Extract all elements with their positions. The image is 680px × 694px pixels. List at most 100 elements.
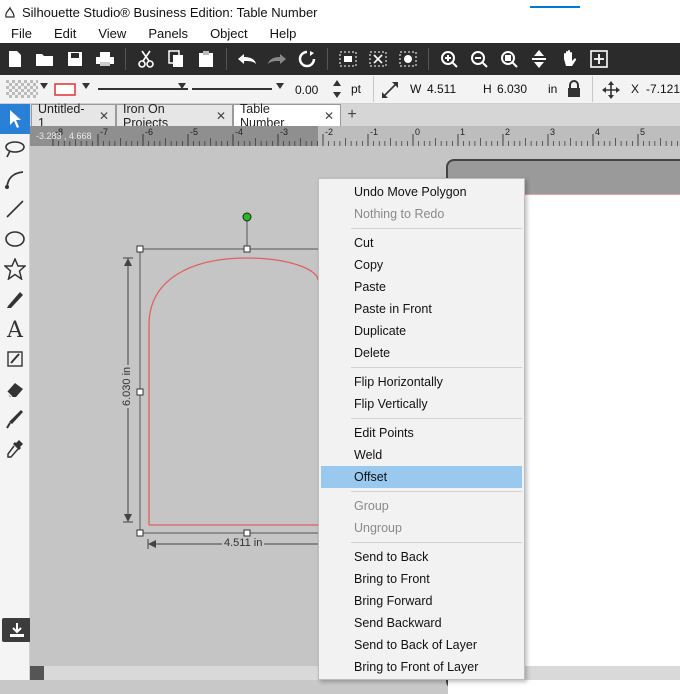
tab-iron-on-projects[interactable]: Iron On Projects ✕ [116, 102, 233, 130]
move-arrows-icon [601, 80, 621, 100]
resize-handle[interactable] [136, 529, 144, 537]
menu-item-duplicate[interactable]: Duplicate [321, 320, 522, 342]
ruler-ticks: -8 -7 -6 -5 -4 -3 -2 -1 0 1 2 3 4 5 [52, 126, 680, 146]
cut-icon[interactable] [131, 45, 161, 73]
menu-item-paste[interactable]: Paste [321, 276, 522, 298]
menu-item-copy[interactable]: Copy [321, 254, 522, 276]
library-download-icon[interactable] [2, 618, 32, 642]
zoom-selection-icon[interactable] [494, 45, 524, 73]
menu-item-edit-points[interactable]: Edit Points [321, 422, 522, 444]
width-field[interactable]: 4.511 [424, 79, 476, 99]
menu-item-delete[interactable]: Delete [321, 342, 522, 364]
menu-separator [351, 542, 522, 543]
bezier-tool-icon[interactable] [2, 166, 28, 192]
paste-icon[interactable] [191, 45, 221, 73]
menu-view[interactable]: View [87, 26, 137, 41]
menu-item-paste-in-front[interactable]: Paste in Front [321, 298, 522, 320]
fit-page-icon[interactable] [524, 45, 554, 73]
undo-icon[interactable] [232, 45, 262, 73]
chevron-down-icon[interactable] [40, 83, 48, 89]
line-color-swatch[interactable] [54, 81, 76, 97]
eyedropper-tool-icon[interactable] [2, 436, 28, 462]
chevron-down-icon[interactable] [178, 83, 186, 89]
menu-object[interactable]: Object [199, 26, 259, 41]
rotate-handle[interactable] [242, 212, 252, 222]
menu-panels[interactable]: Panels [137, 26, 199, 41]
ellipse-tool-icon[interactable] [2, 226, 28, 252]
zoom-in-icon[interactable] [434, 45, 464, 73]
eraser-tool-icon[interactable] [2, 376, 28, 402]
line-width-stepper[interactable] [333, 79, 341, 99]
horizontal-ruler: -8 -7 -6 -5 -4 -3 -2 -1 0 1 2 3 4 5 [30, 126, 680, 146]
select-tool-arrow-icon[interactable] [0, 104, 30, 134]
menu-item-send-backward[interactable]: Send Backward [321, 612, 522, 634]
line-width-field[interactable]: 0.00 [292, 80, 332, 100]
menu-item-bring-to-front[interactable]: Bring to Front [321, 568, 522, 590]
menu-help[interactable]: Help [259, 26, 308, 41]
line-tool-icon[interactable] [2, 196, 28, 222]
refresh-icon[interactable] [292, 45, 322, 73]
menu-item-bring-forward[interactable]: Bring Forward [321, 590, 522, 612]
line-join-selector[interactable] [192, 88, 272, 90]
polygon-outline[interactable] [148, 257, 319, 526]
fill-pattern-swatch[interactable] [6, 80, 38, 98]
menu-item-bring-to-front-of-layer[interactable]: Bring to Front of Layer [321, 656, 522, 678]
open-folder-icon[interactable] [30, 45, 60, 73]
chevron-down-icon[interactable] [82, 83, 90, 89]
add-page-icon[interactable] [584, 45, 614, 73]
add-tab-button[interactable]: + [343, 106, 361, 124]
line-style-selector[interactable] [98, 88, 188, 90]
point-edit-lasso-icon[interactable] [2, 136, 28, 162]
text-edit-icon[interactable] [2, 346, 28, 372]
x-position-field[interactable]: -7.121 [643, 79, 680, 99]
resize-handle[interactable] [243, 245, 251, 253]
menu-item-weld[interactable]: Weld [321, 444, 522, 466]
menu-item-undo-move-polygon[interactable]: Undo Move Polygon [321, 181, 522, 203]
ruler-label: -4 [235, 127, 243, 137]
select-all-icon[interactable] [333, 45, 363, 73]
close-tab-icon[interactable]: ✕ [216, 109, 226, 123]
menu-separator [351, 367, 522, 368]
chevron-down-icon[interactable] [276, 83, 284, 89]
svg-text:A: A [6, 318, 24, 340]
deselect-icon[interactable] [363, 45, 393, 73]
menu-item-flip-horizontally[interactable]: Flip Horizontally [321, 371, 522, 393]
text-tool-icon[interactable]: A [2, 316, 28, 342]
ruler-label: 2 [505, 127, 510, 137]
save-icon[interactable] [60, 45, 90, 73]
menu-item-send-to-back-of-layer[interactable]: Send to Back of Layer [321, 634, 522, 656]
close-tab-icon[interactable]: ✕ [99, 109, 109, 123]
polygon-star-tool-icon[interactable] [2, 256, 28, 282]
knife-tool-icon[interactable] [2, 406, 28, 432]
resize-diagonal-icon [381, 81, 399, 99]
print-icon[interactable] [90, 45, 120, 73]
menu-item-cut[interactable]: Cut [321, 232, 522, 254]
tab-table-number[interactable]: Table Number ✕ [233, 102, 341, 130]
scroll-left-button[interactable] [30, 666, 44, 680]
menu-item-offset[interactable]: Offset [321, 466, 522, 488]
pan-hand-icon[interactable] [554, 45, 584, 73]
resize-handle[interactable] [136, 388, 144, 396]
menu-item-flip-vertically[interactable]: Flip Vertically [321, 393, 522, 415]
menu-bar: File Edit View Panels Object Help [0, 24, 680, 43]
resize-handle[interactable] [243, 529, 251, 537]
selected-shape-group[interactable] [100, 200, 340, 560]
toolbar-divider [373, 76, 374, 102]
copy-icon[interactable] [161, 45, 191, 73]
redo-icon[interactable] [262, 45, 292, 73]
tab-untitled-1[interactable]: Untitled-1 ✕ [31, 102, 116, 130]
main-toolbar [0, 43, 680, 75]
zoom-out-icon[interactable] [464, 45, 494, 73]
menu-file[interactable]: File [0, 26, 43, 41]
close-tab-icon[interactable]: ✕ [324, 109, 334, 123]
menu-item-send-to-back[interactable]: Send to Back [321, 546, 522, 568]
new-file-icon[interactable] [0, 45, 30, 73]
menu-edit[interactable]: Edit [43, 26, 87, 41]
lock-aspect-icon[interactable] [567, 80, 581, 98]
height-field[interactable]: 6.030 [494, 79, 546, 99]
toolbar-divider [428, 48, 429, 70]
trace-icon[interactable] [393, 45, 423, 73]
resize-handle[interactable] [136, 245, 144, 253]
minimize-button[interactable] [530, 6, 580, 8]
freehand-pencil-icon[interactable] [2, 286, 28, 312]
